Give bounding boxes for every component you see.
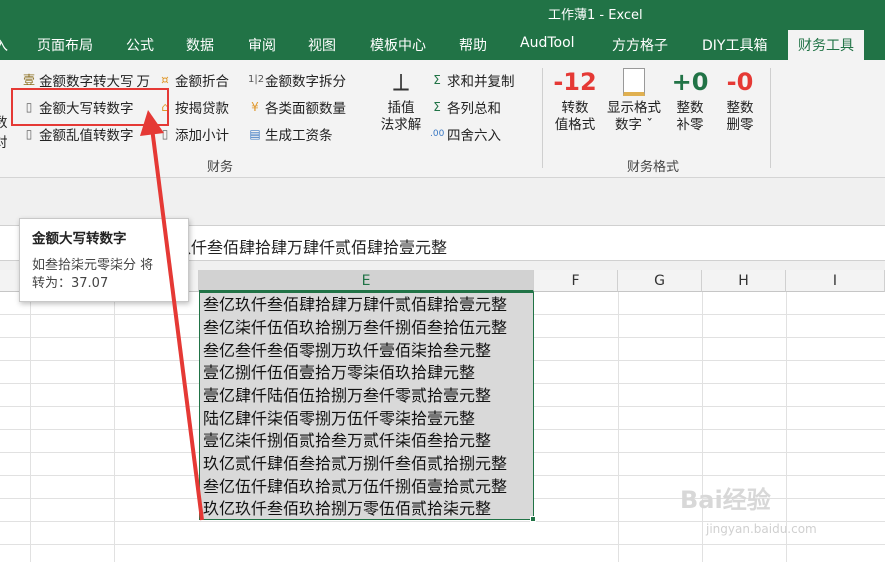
annotation-arrow-icon [140, 110, 204, 521]
watermark-url: jingyan.baidu.com [706, 522, 817, 536]
watermark-logo: Bai经验 [680, 486, 771, 514]
